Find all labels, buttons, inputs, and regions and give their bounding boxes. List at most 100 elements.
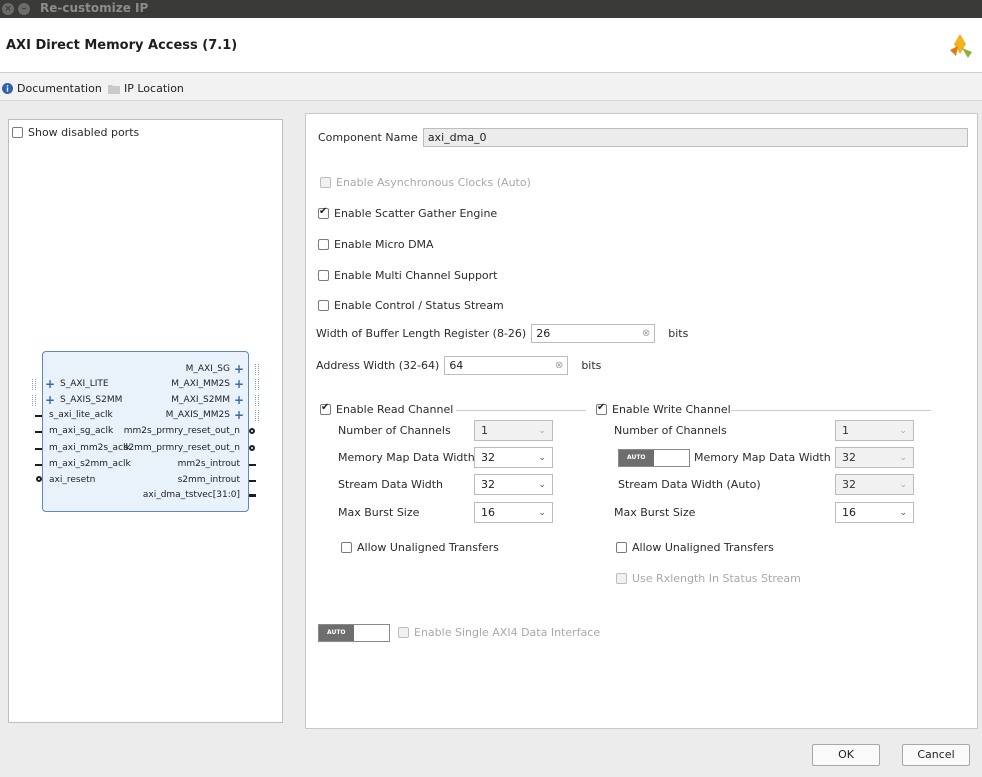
bus-connector [32,379,36,390]
port-m-axi-s2mm: M_AXI_S2MM [171,395,230,405]
read-mm-data-width-value: 32 [481,451,495,464]
micro-dma-option[interactable]: Enable Micro DMA [318,238,434,251]
multi-channel-option[interactable]: Enable Multi Channel Support [318,269,498,282]
component-name-row: Component Name axi_dma_0 [318,128,968,147]
documentation-bar: Documentation IP Location [0,73,982,101]
show-disabled-ports-checkbox[interactable] [12,127,23,138]
expand-icon[interactable]: + [234,363,244,375]
single-axi4-option: Enable Single AXI4 Data Interface [398,626,600,639]
expand-icon[interactable]: + [234,409,244,421]
single-axi4-checkbox [398,627,409,638]
bus-connector [255,395,259,406]
expand-icon[interactable]: + [234,394,244,406]
chevron-down-icon: ⌄ [538,452,546,463]
read-unaligned-label: Allow Unaligned Transfers [357,541,499,554]
multi-channel-checkbox[interactable] [318,270,329,281]
port-s-axi-lite: S_AXI_LITE [60,379,109,389]
divider [731,410,931,411]
write-channel-toggle[interactable]: Enable Write Channel [596,402,731,416]
read-channel-title: Enable Read Channel [336,403,454,416]
dialog-header: AXI Direct Memory Access (7.1) [0,18,982,73]
port-m-axi-sg: M_AXI_SG [185,364,230,374]
pin [249,480,256,482]
chevron-down-icon: ⌄ [538,507,546,518]
buffer-length-input[interactable]: 26 ⊗ [531,324,656,343]
ok-button[interactable]: OK [812,744,880,766]
documentation-link[interactable]: Documentation [2,82,102,95]
multi-channel-label: Enable Multi Channel Support [334,269,498,282]
pin [35,464,42,466]
read-channel-checkbox[interactable] [320,402,331,415]
port-m-axi-mm2s: M_AXI_MM2S [171,379,230,389]
read-channel-toggle[interactable]: Enable Read Channel [320,402,454,416]
address-width-row: Address Width (32-64) 64 ⊗ bits [316,356,601,375]
window-title: Re-customize IP [40,1,149,15]
read-unaligned-option[interactable]: Allow Unaligned Transfers [341,541,499,554]
single-axi4-auto-toggle[interactable]: AUTO [318,624,390,642]
ip-location-link[interactable]: IP Location [108,82,184,95]
port-m-axi-sg-aclk: m_axi_sg_aclk [49,426,114,436]
bus-connector [255,410,259,421]
bits-unit: bits [668,327,689,340]
minimize-window-icon[interactable]: – [18,3,30,15]
chevron-down-icon: ⌄ [899,452,907,463]
address-width-input[interactable]: 64 ⊗ [444,356,569,375]
address-width-value: 64 [449,359,464,372]
folder-icon [108,84,120,94]
control-status-option[interactable]: Enable Control / Status Stream [318,299,504,312]
read-burst-select[interactable]: 16 ⌄ [474,502,553,523]
port-s2mm-introut: s2mm_introut [177,475,240,485]
auto-label: AUTO [319,625,354,641]
single-axi4-label: Enable Single AXI4 Data Interface [414,626,601,639]
micro-dma-checkbox[interactable] [318,239,329,250]
rxlength-label: Use Rxlength In Status Stream [632,572,801,585]
write-mm-auto-toggle[interactable]: AUTO [618,449,690,467]
inverted-pin [249,445,255,451]
bits-unit: bits [581,359,602,372]
scatter-gather-option[interactable]: Enable Scatter Gather Engine [318,206,497,220]
port-s2mm-prmry-reset-out-n: s2mm_prmry_reset_out_n [123,443,240,453]
rxlength-option: Use Rxlength In Status Stream [616,572,801,585]
micro-dma-label: Enable Micro DMA [334,238,434,251]
async-clocks-label: Enable Asynchronous Clocks (Auto) [336,176,531,189]
control-status-checkbox[interactable] [318,300,329,311]
write-burst-label: Max Burst Size [614,506,696,519]
scatter-gather-checkbox[interactable] [318,206,329,219]
write-channel-title: Enable Write Channel [612,403,731,416]
auto-label: AUTO [619,450,654,466]
rxlength-checkbox [616,573,627,584]
clear-icon[interactable]: ⊗ [642,327,650,340]
component-name-field[interactable]: axi_dma_0 [422,128,968,147]
expand-icon[interactable]: + [45,394,55,406]
write-burst-value: 16 [842,506,856,519]
write-num-channels-value: 1 [842,424,849,437]
write-unaligned-option[interactable]: Allow Unaligned Transfers [616,541,774,554]
read-stream-width-select[interactable]: 32 ⌄ [474,474,553,495]
port-mm2s-introut: mm2s_introut [177,459,240,469]
write-channel-checkbox[interactable] [596,402,607,415]
show-disabled-ports-option[interactable]: Show disabled ports [12,126,139,139]
write-burst-select[interactable]: 16 ⌄ [835,502,914,523]
divider [456,410,586,411]
close-window-icon[interactable]: × [2,3,14,15]
port-mm2s-prmry-reset-out-n: mm2s_prmry_reset_out_n [123,426,240,436]
configuration-panel: Component Name axi_dma_0 Enable Asynchro… [305,113,978,729]
expand-icon[interactable]: + [234,378,244,390]
inverted-pin [249,428,255,434]
write-mm-data-width-select: 32 ⌄ [835,447,914,468]
write-stream-width-select: 32 ⌄ [835,474,914,495]
write-mm-data-width-label: Memory Map Data Width [694,451,831,464]
read-num-channels-select: 1 ⌄ [474,420,553,441]
bus-connector [32,395,36,406]
expand-icon[interactable]: + [45,378,55,390]
write-unaligned-checkbox[interactable] [616,542,627,553]
write-stream-width-label: Stream Data Width (Auto) [618,478,761,491]
ip-block-symbol: + S_AXI_LITE + S_AXIS_S2MM s_axi_lite_ac… [32,351,259,512]
cancel-button[interactable]: Cancel [902,744,970,766]
port-s-axis-s2mm: S_AXIS_S2MM [60,395,123,405]
pin [35,415,42,417]
clear-icon[interactable]: ⊗ [555,359,563,372]
read-unaligned-checkbox[interactable] [341,542,352,553]
inverted-pin [36,476,42,482]
read-mm-data-width-select[interactable]: 32 ⌄ [474,447,553,468]
